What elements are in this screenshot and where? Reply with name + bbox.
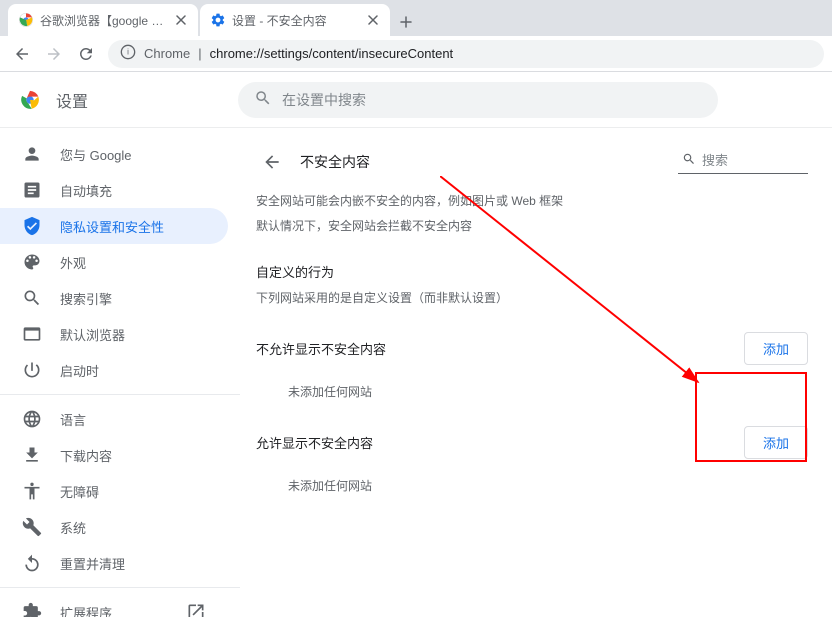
panel-desc-1: 安全网站可能会内嵌不安全的内容，例如图片或 Web 框架: [244, 186, 808, 211]
sidebar-divider: [0, 394, 240, 395]
block-row: 不允许显示不安全内容 添加: [244, 306, 808, 365]
panel-header: 不安全内容: [244, 138, 808, 186]
sidebar-label: 无障碍: [60, 482, 99, 501]
settings-favicon: [210, 12, 226, 28]
new-tab-button[interactable]: [392, 8, 420, 36]
refresh-icon: [22, 553, 42, 573]
close-tab-1[interactable]: [366, 13, 380, 27]
forward-button[interactable]: [40, 40, 68, 68]
panel-search[interactable]: [678, 150, 808, 174]
address-bar[interactable]: i Chrome | chrome://settings/content/ins…: [108, 40, 824, 68]
search-icon: [22, 288, 42, 308]
custom-behavior-title: 自定义的行为: [244, 236, 808, 281]
sidebar-item-system[interactable]: 系统: [0, 509, 228, 545]
browser-tab-0[interactable]: 谷歌浏览器【google chrome】: [8, 4, 198, 36]
tab-title-1: 设置 - 不安全内容: [232, 12, 360, 29]
sidebar-label: 语言: [60, 410, 86, 429]
panel-back-button[interactable]: [256, 146, 288, 178]
accessibility-icon: [22, 481, 42, 501]
settings-search-input[interactable]: [282, 92, 702, 108]
sidebar-item-you-and-google[interactable]: 您与 Google: [0, 136, 228, 172]
toolbar: i Chrome | chrome://settings/content/ins…: [0, 36, 832, 72]
sidebar-divider: [0, 587, 240, 588]
sidebar: 您与 Google 自动填充 隐私设置和安全性 外观 搜索引擎 默认浏览器 启动…: [0, 128, 240, 617]
settings-search[interactable]: [238, 82, 718, 118]
sidebar-label: 外观: [60, 253, 86, 272]
download-icon: [22, 445, 42, 465]
sidebar-item-extensions[interactable]: 扩展程序: [0, 594, 228, 617]
browser-icon: [22, 324, 42, 344]
sidebar-item-default-browser[interactable]: 默认浏览器: [0, 316, 228, 352]
globe-icon: [22, 409, 42, 429]
address-protocol: Chrome: [144, 46, 190, 61]
person-icon: [22, 144, 42, 164]
sidebar-label: 扩展程序: [60, 603, 112, 617]
app-header: 设置: [0, 72, 832, 128]
close-tab-0[interactable]: [174, 13, 188, 27]
main-panel: 不安全内容 安全网站可能会内嵌不安全的内容，例如图片或 Web 框架 默认情况下…: [240, 128, 832, 617]
browser-tab-1[interactable]: 设置 - 不安全内容: [200, 4, 390, 36]
sidebar-label: 自动填充: [60, 181, 112, 200]
sidebar-item-appearance[interactable]: 外观: [0, 244, 228, 280]
sidebar-label: 隐私设置和安全性: [60, 217, 164, 236]
sidebar-item-autofill[interactable]: 自动填充: [0, 172, 228, 208]
allow-row: 允许显示不安全内容 添加: [244, 400, 808, 459]
sidebar-item-downloads[interactable]: 下载内容: [0, 437, 228, 473]
site-info-icon[interactable]: i: [120, 44, 136, 63]
search-icon: [254, 89, 272, 110]
sidebar-item-on-startup[interactable]: 启动时: [0, 352, 228, 388]
add-allow-site-button[interactable]: 添加: [744, 426, 808, 459]
app-title: 设置: [56, 88, 88, 112]
custom-behavior-sub: 下列网站采用的是自定义设置（而非默认设置）: [244, 281, 808, 306]
block-title: 不允许显示不安全内容: [256, 339, 386, 358]
sidebar-label: 重置并清理: [60, 554, 125, 573]
panel-title: 不安全内容: [300, 152, 370, 172]
back-button[interactable]: [8, 40, 36, 68]
sidebar-item-accessibility[interactable]: 无障碍: [0, 473, 228, 509]
allow-title: 允许显示不安全内容: [256, 433, 373, 452]
shield-icon: [22, 216, 42, 236]
reload-button[interactable]: [72, 40, 100, 68]
sidebar-label: 系统: [60, 518, 86, 537]
open-external-icon: [186, 602, 206, 617]
sidebar-label: 搜索引擎: [60, 289, 112, 308]
chrome-logo-icon: [20, 90, 40, 110]
sidebar-item-languages[interactable]: 语言: [0, 401, 228, 437]
sidebar-item-reset[interactable]: 重置并清理: [0, 545, 228, 581]
palette-icon: [22, 252, 42, 272]
autofill-icon: [22, 180, 42, 200]
allow-empty: 未添加任何网站: [244, 459, 808, 494]
sidebar-label: 启动时: [60, 361, 99, 380]
wrench-icon: [22, 517, 42, 537]
address-url: chrome://settings/content/insecureConten…: [210, 46, 454, 61]
sidebar-item-search-engine[interactable]: 搜索引擎: [0, 280, 228, 316]
sidebar-label: 默认浏览器: [60, 325, 125, 344]
sidebar-label: 下载内容: [60, 446, 112, 465]
power-icon: [22, 360, 42, 380]
tab-bar: 谷歌浏览器【google chrome】 设置 - 不安全内容: [0, 0, 832, 36]
panel-search-input[interactable]: [702, 153, 804, 168]
tab-title-0: 谷歌浏览器【google chrome】: [40, 12, 168, 29]
add-block-site-button[interactable]: 添加: [744, 332, 808, 365]
block-empty: 未添加任何网站: [244, 365, 808, 400]
panel-desc-2: 默认情况下，安全网站会拦截不安全内容: [244, 211, 808, 236]
search-icon: [682, 152, 696, 169]
sidebar-label: 您与 Google: [60, 145, 132, 164]
extension-icon: [22, 602, 42, 617]
svg-text:i: i: [127, 48, 129, 57]
sidebar-item-privacy-security[interactable]: 隐私设置和安全性: [0, 208, 228, 244]
address-sep: |: [198, 46, 201, 61]
chrome-favicon: [18, 12, 34, 28]
